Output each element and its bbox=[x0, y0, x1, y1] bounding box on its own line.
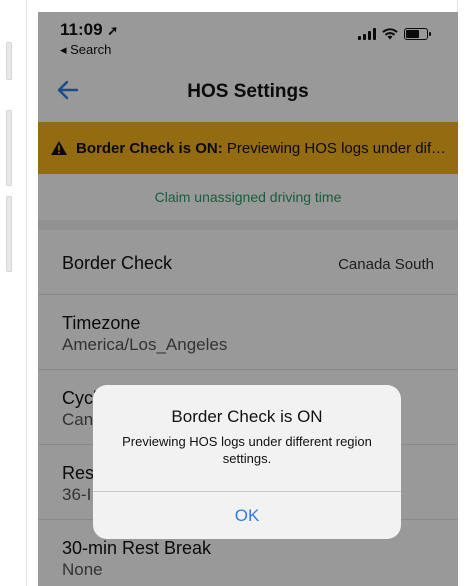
device-side-button bbox=[6, 42, 12, 80]
device-side-button bbox=[6, 110, 12, 186]
alert-title: Border Check is ON bbox=[171, 407, 323, 426]
ok-button[interactable]: OK bbox=[93, 492, 401, 539]
phone-screen: 11:09 ➚ ◂ Search HOS Settings Border Che… bbox=[38, 12, 458, 586]
device-frame-left bbox=[0, 0, 27, 586]
alert-message: Previewing HOS logs under different regi… bbox=[122, 434, 372, 466]
alert-dialog: Border Check is ON Previewing HOS logs u… bbox=[93, 385, 401, 539]
device-side-button bbox=[6, 196, 12, 272]
device-frame-right bbox=[457, 0, 472, 586]
